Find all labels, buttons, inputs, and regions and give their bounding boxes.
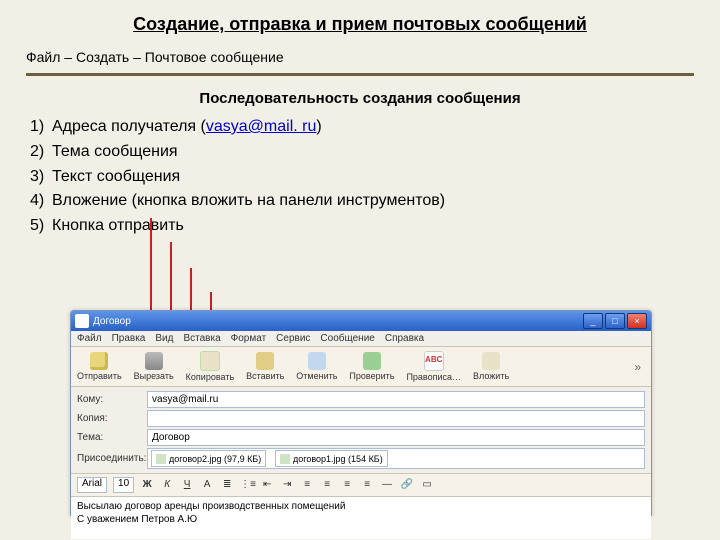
step-5: 5)Кнопка отправить bbox=[30, 214, 720, 239]
window-title: Договор bbox=[93, 316, 131, 327]
attachments-box[interactable]: договор2.jpg (97,9 КБ) договор1.jpg (154… bbox=[147, 448, 645, 469]
step-3: 3)Текст сообщения bbox=[30, 165, 720, 190]
copy-icon bbox=[200, 351, 220, 371]
file-icon bbox=[156, 454, 166, 464]
close-button[interactable]: × bbox=[627, 313, 647, 329]
header-fields: Кому: vasya@mail.ru Копия: Тема: Договор… bbox=[71, 387, 651, 473]
message-body[interactable]: Высылаю договор аренды производственных … bbox=[71, 497, 651, 539]
minimize-button[interactable]: _ bbox=[583, 313, 603, 329]
menu-view[interactable]: Вид bbox=[155, 333, 173, 344]
link-button[interactable]: 🔗 bbox=[400, 478, 414, 492]
toolbar-overflow-icon[interactable]: » bbox=[634, 360, 645, 374]
file-icon bbox=[280, 454, 290, 464]
align-center-button[interactable]: ≡ bbox=[320, 478, 334, 492]
paste-button[interactable]: Вставить bbox=[246, 352, 284, 381]
image-button[interactable]: ▭ bbox=[420, 478, 434, 492]
numbering-button[interactable]: ⋮≡ bbox=[240, 478, 254, 492]
sequence-heading: Последовательность создания сообщения bbox=[0, 76, 720, 115]
fontcolor-button[interactable]: A bbox=[200, 478, 214, 492]
maximize-button[interactable]: □ bbox=[605, 313, 625, 329]
menu-help[interactable]: Справка bbox=[385, 333, 424, 344]
copy-button[interactable]: Копировать bbox=[186, 351, 234, 382]
spell-button[interactable]: ABCПравописа… bbox=[406, 351, 461, 382]
paperclip-icon bbox=[482, 352, 500, 370]
subject-input[interactable]: Договор bbox=[147, 429, 645, 446]
spell-icon: ABC bbox=[424, 351, 444, 371]
align-left-button[interactable]: ≡ bbox=[300, 478, 314, 492]
window-icon bbox=[75, 314, 89, 328]
hr-button[interactable]: ― bbox=[380, 478, 394, 492]
cc-input[interactable] bbox=[147, 410, 645, 427]
body-line: Высылаю договор аренды производственных … bbox=[77, 500, 645, 513]
italic-button[interactable]: К bbox=[160, 478, 174, 492]
attachment-chip[interactable]: договор1.jpg (154 КБ) bbox=[275, 450, 388, 467]
bold-button[interactable]: Ж bbox=[140, 478, 154, 492]
toolbar: Отправить Вырезать Копировать Вставить О… bbox=[71, 347, 651, 387]
cut-button[interactable]: Вырезать bbox=[134, 352, 174, 381]
menu-insert[interactable]: Вставка bbox=[183, 333, 220, 344]
attachment-chip[interactable]: договор2.jpg (97,9 КБ) bbox=[151, 450, 266, 467]
menu-file[interactable]: Файл bbox=[77, 333, 102, 344]
steps-list: 1)Адреса получателя (vasya@mail. ru) 2)Т… bbox=[0, 115, 720, 245]
outdent-button[interactable]: ⇤ bbox=[260, 478, 274, 492]
compose-window: Договор _ □ × Файл Правка Вид Вставка Фо… bbox=[70, 310, 652, 516]
menu-format[interactable]: Формат bbox=[231, 333, 267, 344]
format-toolbar: Arial 10 Ж К Ч A ≣ ⋮≡ ⇤ ⇥ ≡ ≡ ≡ ≡ ― 🔗 ▭ bbox=[71, 473, 651, 497]
bullets-button[interactable]: ≣ bbox=[220, 478, 234, 492]
paste-icon bbox=[256, 352, 274, 370]
menu-edit[interactable]: Правка bbox=[112, 333, 146, 344]
undo-button[interactable]: Отменить bbox=[296, 352, 337, 381]
menu-tools[interactable]: Сервис bbox=[276, 333, 310, 344]
underline-button[interactable]: Ч bbox=[180, 478, 194, 492]
step-2: 2)Тема сообщения bbox=[30, 140, 720, 165]
titlebar: Договор _ □ × bbox=[71, 311, 651, 331]
step-1: 1)Адреса получателя (vasya@mail. ru) bbox=[30, 115, 720, 140]
align-justify-button[interactable]: ≡ bbox=[360, 478, 374, 492]
attach-label: Присоединить: bbox=[77, 453, 141, 464]
page-title: Создание, отправка и прием почтовых сооб… bbox=[0, 0, 720, 45]
font-select[interactable]: Arial bbox=[77, 477, 107, 493]
menu-message[interactable]: Сообщение bbox=[320, 333, 374, 344]
indent-button[interactable]: ⇥ bbox=[280, 478, 294, 492]
to-input[interactable]: vasya@mail.ru bbox=[147, 391, 645, 408]
check-button[interactable]: Проверить bbox=[349, 352, 394, 381]
subject-label: Тема: bbox=[77, 432, 141, 443]
cut-icon bbox=[145, 352, 163, 370]
body-line: С уважением Петров А.Ю bbox=[77, 513, 645, 526]
check-icon bbox=[363, 352, 381, 370]
attach-button[interactable]: Вложить bbox=[473, 352, 509, 381]
cc-label: Копия: bbox=[77, 413, 141, 424]
recipient-example-link[interactable]: vasya@mail. ru bbox=[206, 118, 317, 135]
breadcrumb: Файл – Создать – Почтовое сообщение bbox=[0, 45, 720, 73]
undo-icon bbox=[308, 352, 326, 370]
size-select[interactable]: 10 bbox=[113, 477, 134, 493]
to-label: Кому: bbox=[77, 394, 141, 405]
align-right-button[interactable]: ≡ bbox=[340, 478, 354, 492]
send-button[interactable]: Отправить bbox=[77, 352, 122, 381]
menubar: Файл Правка Вид Вставка Формат Сервис Со… bbox=[71, 331, 651, 347]
send-icon bbox=[90, 352, 108, 370]
step-4: 4)Вложение (кнопка вложить на панели инс… bbox=[30, 189, 720, 214]
